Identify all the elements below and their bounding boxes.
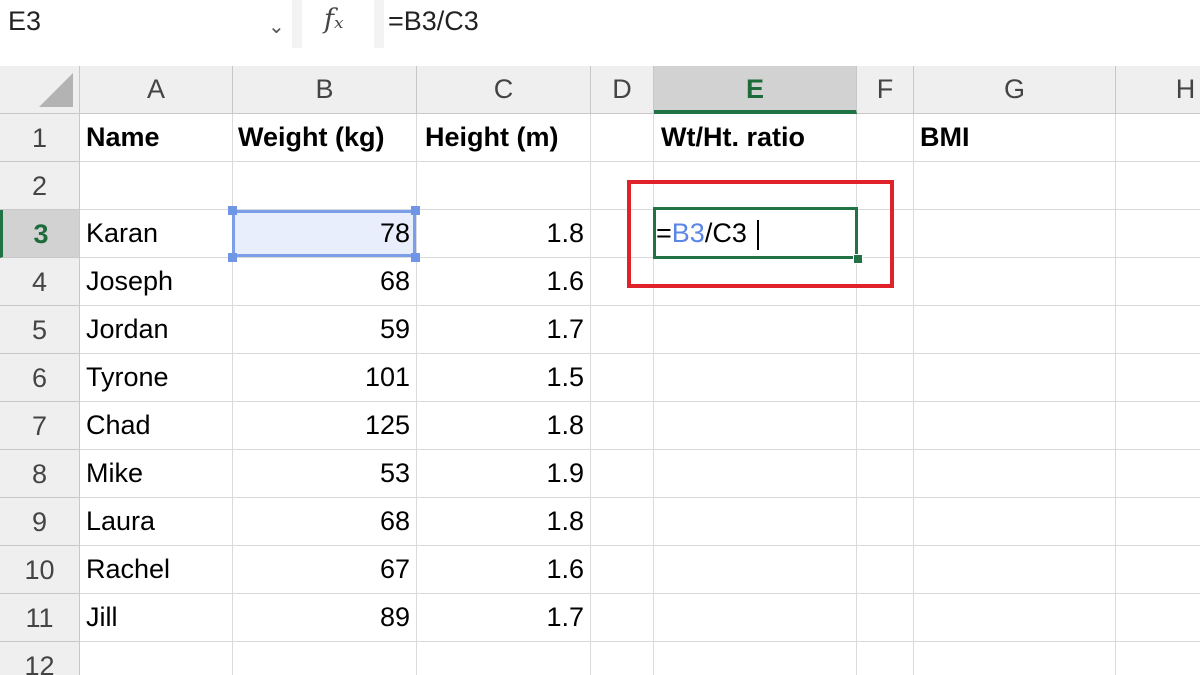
cell-a9[interactable]: Laura bbox=[86, 498, 155, 545]
column-header-h[interactable]: H bbox=[1116, 66, 1200, 113]
column-header-f[interactable]: F bbox=[857, 66, 914, 113]
formula-text[interactable]: =B3/C3 bbox=[388, 6, 479, 37]
fx-icon[interactable]: fₓ bbox=[324, 4, 344, 35]
cell-c1[interactable]: Height (m) bbox=[425, 114, 558, 161]
insert-function-button[interactable]: fₓ bbox=[302, 0, 374, 48]
chevron-down-icon[interactable]: ⌄ bbox=[268, 14, 285, 39]
cell-a5[interactable]: Jordan bbox=[86, 306, 169, 353]
row-header-11[interactable]: 11 bbox=[0, 594, 80, 642]
cell-b6[interactable]: 101 bbox=[233, 354, 410, 401]
column-header-c[interactable]: C bbox=[417, 66, 591, 113]
cell-a6[interactable]: Tyrone bbox=[86, 354, 169, 401]
cell-a10[interactable]: Rachel bbox=[86, 546, 170, 593]
column-header-b[interactable]: B bbox=[233, 66, 417, 113]
cell-a11[interactable]: Jill bbox=[86, 594, 118, 641]
select-all-button[interactable] bbox=[0, 66, 80, 113]
formula-input[interactable]: =B3/C3 bbox=[384, 0, 1200, 48]
row-header-5[interactable]: 5 bbox=[0, 306, 80, 354]
cell-b9[interactable]: 68 bbox=[233, 498, 410, 545]
column-header-e[interactable]: E bbox=[654, 66, 857, 114]
cell-b3[interactable]: 78 bbox=[233, 210, 410, 257]
column-header-d[interactable]: D bbox=[591, 66, 654, 113]
gridline bbox=[80, 161, 1200, 162]
row-header-6[interactable]: 6 bbox=[0, 354, 80, 402]
row-header-3[interactable]: 3 bbox=[0, 210, 80, 258]
cell-e1[interactable]: Wt/Ht. ratio bbox=[661, 114, 805, 161]
cell-a3[interactable]: Karan bbox=[86, 210, 158, 257]
column-header-row: A B C D E F G H bbox=[0, 66, 1200, 114]
gridline bbox=[913, 114, 914, 675]
cell-b1[interactable]: Weight (kg) bbox=[238, 114, 384, 161]
cell-b7[interactable]: 125 bbox=[233, 402, 410, 449]
cell-c6[interactable]: 1.5 bbox=[417, 354, 584, 401]
cell-a4[interactable]: Joseph bbox=[86, 258, 173, 305]
cell-a1[interactable]: Name bbox=[86, 114, 160, 161]
cell-b10[interactable]: 67 bbox=[233, 546, 410, 593]
cell-c3[interactable]: 1.8 bbox=[417, 210, 584, 257]
worksheet-grid: A B C D E F G H 1 2 3 4 5 6 7 8 9 10 11 … bbox=[0, 66, 1200, 675]
row-header-10[interactable]: 10 bbox=[0, 546, 80, 594]
row-header-2[interactable]: 2 bbox=[0, 162, 80, 210]
cell-c8[interactable]: 1.9 bbox=[417, 450, 584, 497]
gridline bbox=[80, 641, 1200, 642]
cell-c7[interactable]: 1.8 bbox=[417, 402, 584, 449]
row-header-4[interactable]: 4 bbox=[0, 258, 80, 306]
gridline bbox=[590, 114, 591, 675]
cell-c5[interactable]: 1.7 bbox=[417, 306, 584, 353]
cell-c11[interactable]: 1.7 bbox=[417, 594, 584, 641]
name-box[interactable]: E3 ⌄ bbox=[0, 0, 292, 48]
cell-a8[interactable]: Mike bbox=[86, 450, 143, 497]
row-header-8[interactable]: 8 bbox=[0, 450, 80, 498]
select-all-icon bbox=[39, 73, 73, 107]
cell-g1[interactable]: BMI bbox=[920, 114, 970, 161]
cell-b5[interactable]: 59 bbox=[233, 306, 410, 353]
annotation-highlight-box bbox=[627, 180, 894, 288]
name-box-value[interactable]: E3 bbox=[8, 6, 41, 37]
row-header-7[interactable]: 7 bbox=[0, 402, 80, 450]
cell-c4[interactable]: 1.6 bbox=[417, 258, 584, 305]
row-header-9[interactable]: 9 bbox=[0, 498, 80, 546]
cell-b11[interactable]: 89 bbox=[233, 594, 410, 641]
gridline bbox=[1115, 114, 1116, 675]
cell-c10[interactable]: 1.6 bbox=[417, 546, 584, 593]
cell-b4[interactable]: 68 bbox=[233, 258, 410, 305]
cell-b8[interactable]: 53 bbox=[233, 450, 410, 497]
row-header-1[interactable]: 1 bbox=[0, 114, 80, 162]
formula-bar: E3 ⌄ fₓ =B3/C3 bbox=[0, 0, 1200, 48]
column-header-a[interactable]: A bbox=[80, 66, 233, 113]
row-header-12[interactable]: 12 bbox=[0, 642, 80, 675]
cell-c9[interactable]: 1.8 bbox=[417, 498, 584, 545]
cell-a7[interactable]: Chad bbox=[86, 402, 151, 449]
column-header-g[interactable]: G bbox=[914, 66, 1116, 113]
